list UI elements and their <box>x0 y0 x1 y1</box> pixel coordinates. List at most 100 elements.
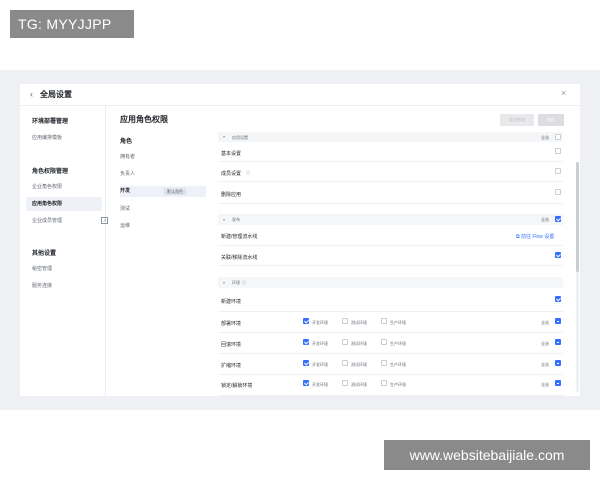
permission-checkbox[interactable] <box>555 148 561 154</box>
env-checkbox-test[interactable] <box>342 339 348 345</box>
permission-label: 关联/移除流水线 <box>221 255 258 261</box>
env-checkbox-dev[interactable] <box>303 380 309 386</box>
sidebar-item-label: 应用编排模板 <box>32 135 63 141</box>
sidebar-item-service-connection[interactable]: 服务连接 <box>26 279 102 293</box>
watermark-bottom: www.websitebaijiale.com <box>384 440 590 470</box>
permission-checkbox[interactable] <box>555 252 561 258</box>
info-icon: ⓘ <box>246 170 250 175</box>
table-row: 成员设置 ⓘ <box>218 162 563 182</box>
section-header-release[interactable]: ▾ 发布 全选 <box>218 214 563 225</box>
settings-panel: ‹ 全局设置 × 环境部署管理 应用编排模板 角色权限管理 企业角色权限 应用角… <box>20 84 580 396</box>
section-title: 环境 <box>232 280 240 285</box>
permission-label: 基本设置 <box>221 151 242 157</box>
permission-label: 部署环境 <box>221 321 242 327</box>
role-item-owner[interactable]: 拥有者 <box>120 152 206 163</box>
select-all-label: 全选 <box>541 320 549 325</box>
permission-checkbox[interactable] <box>555 189 561 195</box>
sidebar-group-title: 角色权限管理 <box>32 169 69 175</box>
env-checkbox-dev[interactable] <box>303 318 309 324</box>
role-item-tester[interactable]: 测试 <box>120 204 206 215</box>
sidebar-item-app-template[interactable]: 应用编排模板 <box>26 131 102 145</box>
env-option-label: 测试环境 <box>351 382 367 387</box>
select-all-label: 全选 <box>541 135 549 140</box>
table-row: 删除应用 <box>218 182 563 204</box>
cancel-button[interactable]: 取消修改 <box>500 114 534 126</box>
role-label: 运维 <box>120 223 131 229</box>
info-icon: ⓘ <box>242 280 246 285</box>
permission-label: 新建环境 <box>221 299 242 305</box>
role-item-developer[interactable]: 开发 默认角色 <box>120 186 206 197</box>
env-checkbox-dev[interactable] <box>303 339 309 345</box>
select-all-checkbox[interactable] <box>555 216 561 222</box>
table-row: 部署环境 开发环境 测试环境 生产环境 全选 <box>218 312 563 333</box>
env-checkbox-dev[interactable] <box>303 360 309 366</box>
sidebar-group-title: 环境部署管理 <box>32 119 69 125</box>
page-title: 应用角色权限 <box>120 115 168 124</box>
env-option-label: 生产环境 <box>390 320 406 325</box>
sidebar-item-label: 企业成员管理 <box>32 218 63 224</box>
chevron-left-icon[interactable]: ‹ <box>30 89 33 99</box>
select-all-checkbox[interactable] <box>555 339 561 345</box>
env-checkbox-test[interactable] <box>342 360 348 366</box>
permission-label: 锁定/解锁环境 <box>221 383 253 389</box>
chevron-down-icon[interactable]: ▾ <box>223 217 225 222</box>
role-label: 负责人 <box>120 171 136 177</box>
settings-sidebar: 环境部署管理 应用编排模板 角色权限管理 企业角色权限 应用角色权限 企业成员管… <box>20 106 108 396</box>
env-checkbox-prod[interactable] <box>381 360 387 366</box>
env-option-label: 开发环境 <box>312 382 328 387</box>
env-option-label: 生产环境 <box>390 341 406 346</box>
sidebar-item-label: 服务连接 <box>32 283 53 289</box>
role-item-manager[interactable]: 负责人 <box>120 169 206 180</box>
env-option-label: 开发环境 <box>312 320 328 325</box>
role-list-heading: 角色 <box>120 139 133 145</box>
sidebar-group-title: 其他设置 <box>32 251 57 257</box>
link-label: 前往 Flow 设置 <box>520 234 555 240</box>
sidebar-item-app-role[interactable]: 应用角色权限 <box>26 197 102 211</box>
scrollbar[interactable] <box>576 162 579 392</box>
table-row: 锁定/解锁环境 开发环境 测试环境 生产环境 全选 <box>218 375 563 396</box>
role-label: 拥有者 <box>120 154 136 160</box>
section-title: 应用设置 <box>232 135 248 140</box>
env-checkbox-prod[interactable] <box>381 339 387 345</box>
env-option-label: 生产环境 <box>390 362 406 367</box>
table-row: 回滚环境 开发环境 测试环境 生产环境 全选 <box>218 333 563 354</box>
permission-checkbox[interactable] <box>555 168 561 174</box>
select-all-checkbox[interactable] <box>555 134 561 140</box>
panel-title: 全局设置 <box>40 90 72 99</box>
role-item-ops[interactable]: 运维 <box>120 221 206 232</box>
env-checkbox-prod[interactable] <box>381 380 387 386</box>
select-all-checkbox[interactable] <box>555 318 561 324</box>
select-all-checkbox[interactable] <box>555 380 561 386</box>
permission-label: 回滚环境 <box>221 342 242 348</box>
select-all-label: 全选 <box>541 341 549 346</box>
sidebar-item-label: 应用角色权限 <box>32 201 63 207</box>
chevron-down-icon[interactable]: ▾ <box>223 134 225 139</box>
permission-label: 新建/管理流水线 <box>221 234 258 240</box>
section-title: 发布 <box>232 217 240 222</box>
permission-label: 删除应用 <box>221 192 242 198</box>
env-option-label: 生产环境 <box>390 382 406 387</box>
env-checkbox-test[interactable] <box>342 380 348 386</box>
panel-header: ‹ 全局设置 × <box>20 84 580 106</box>
permission-label: 成员设置 <box>221 171 242 177</box>
table-row: 基本设置 <box>218 142 563 162</box>
save-button[interactable]: 保存 <box>538 114 564 126</box>
watermark-top: TG: MYYJJPP <box>10 10 134 38</box>
role-label: 测试 <box>120 206 131 212</box>
env-option-label: 测试环境 <box>351 341 367 346</box>
permission-table: ▾ 应用设置 全选 基本设置 成员设置 ⓘ 删除应用 ▾ 发布 全选 新建/管理… <box>218 132 570 396</box>
select-all-checkbox[interactable] <box>555 360 561 366</box>
default-role-badge: 默认角色 <box>164 188 186 195</box>
sidebar-item-org-role[interactable]: 企业角色权限 <box>26 180 102 194</box>
section-header-app-settings[interactable]: ▾ 应用设置 全选 <box>218 132 563 142</box>
sidebar-item-secrets[interactable]: 秘密管理 <box>26 262 102 276</box>
section-header-environment[interactable]: ▾ 环境 ⓘ <box>218 277 563 288</box>
table-row: 新建/管理流水线 ⧉ 前往 Flow 设置 <box>218 225 563 246</box>
permission-checkbox[interactable] <box>555 296 561 302</box>
env-checkbox-prod[interactable] <box>381 318 387 324</box>
close-icon[interactable]: × <box>561 88 566 98</box>
flow-settings-link[interactable]: ⧉ 前往 Flow 设置 <box>516 233 554 240</box>
chevron-down-icon[interactable]: ▾ <box>223 280 225 285</box>
env-checkbox-test[interactable] <box>342 318 348 324</box>
sidebar-item-org-members[interactable]: 企业成员管理 ↗ <box>26 214 108 228</box>
